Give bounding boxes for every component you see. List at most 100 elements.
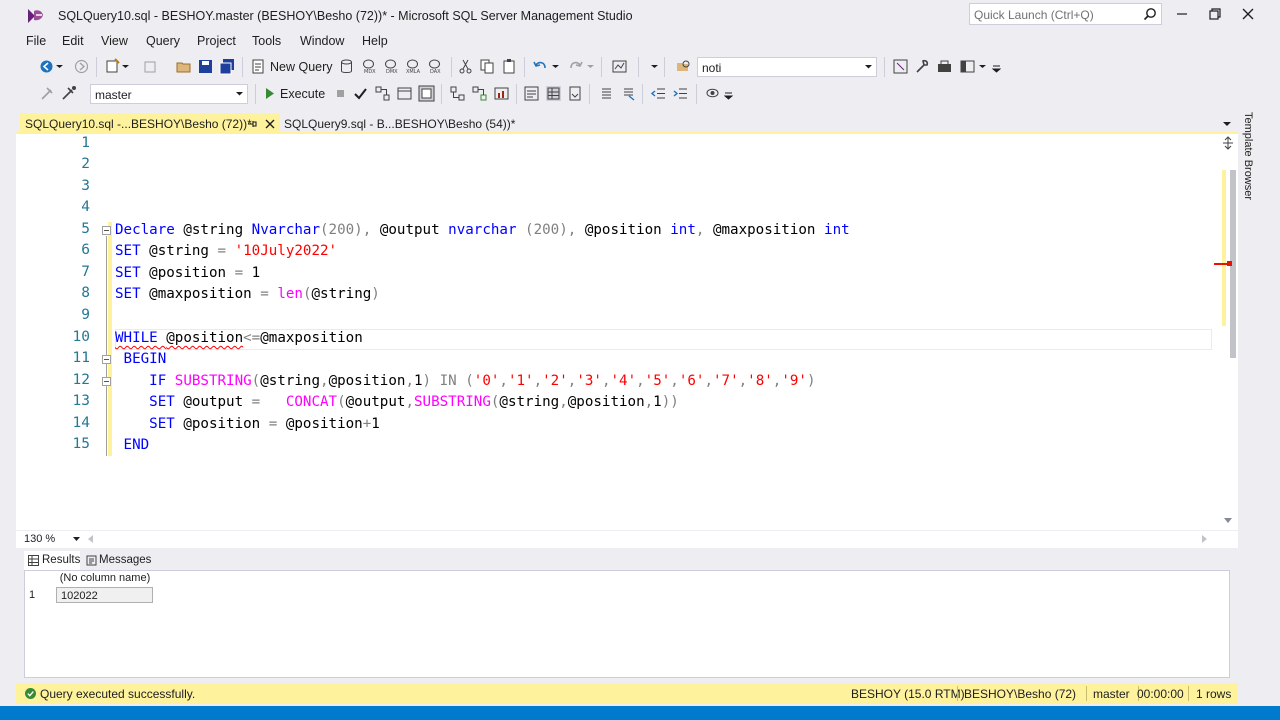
redo-icon[interactable] <box>567 58 584 75</box>
results-to-grid-icon[interactable] <box>545 85 562 102</box>
split-window-icon[interactable] <box>1221 136 1235 150</box>
live-query-stats-icon[interactable] <box>471 85 488 102</box>
scroll-left-icon[interactable] <box>88 535 94 543</box>
chevron-down-icon[interactable] <box>235 89 244 98</box>
toolbar-overflow-icon[interactable] <box>724 85 733 102</box>
save-all-icon[interactable] <box>219 58 236 75</box>
zoom-combo[interactable]: 130 % <box>20 532 84 548</box>
menu-file[interactable]: File <box>26 34 46 48</box>
tab-messages[interactable]: Messages <box>84 551 154 570</box>
execute-play-icon[interactable] <box>261 85 278 102</box>
chevron-down-icon[interactable] <box>121 58 130 75</box>
parse-checkmark-icon[interactable] <box>352 85 369 102</box>
scroll-right-icon[interactable] <box>1202 535 1208 543</box>
menu-tools[interactable]: Tools <box>252 34 281 48</box>
tab-sqlquery10[interactable]: SQLQuery10.sql -...BESHOY\Besho (72))* <box>20 113 280 134</box>
quick-launch-input[interactable]: Quick Launch (Ctrl+Q) <box>969 3 1162 25</box>
query-options-icon[interactable] <box>396 85 413 102</box>
copy-icon[interactable] <box>479 58 496 75</box>
row-number[interactable]: 1 <box>29 589 35 601</box>
available-databases-combo[interactable]: master <box>90 84 248 104</box>
chevron-down-icon[interactable] <box>650 58 659 75</box>
specify-template-values-icon[interactable] <box>704 85 721 102</box>
connect-icon[interactable] <box>38 85 55 102</box>
fold-collapse-icon[interactable] <box>102 377 111 386</box>
actual-plan-icon[interactable] <box>449 85 466 102</box>
results-grid[interactable]: (No column name) 1 102022 <box>24 570 1230 678</box>
code-line-12: IF SUBSTRING(@string,@position,1) IN ('0… <box>115 373 816 389</box>
database-query-icon[interactable] <box>338 58 355 75</box>
find-combo[interactable]: noti <box>697 57 877 77</box>
editor-horizontal-scroll-row: 130 % <box>16 530 1238 548</box>
editor-vertical-scrollbar[interactable] <box>1214 134 1238 530</box>
restore-icon[interactable] <box>1205 4 1225 24</box>
solution-explorer-icon[interactable] <box>892 58 909 75</box>
toolbox-icon[interactable] <box>936 58 953 75</box>
close-tab-icon[interactable] <box>264 118 276 130</box>
tab-results-label: Results <box>42 554 81 566</box>
new-query-button[interactable]: New Query <box>270 60 333 74</box>
new-project-icon[interactable] <box>104 58 121 75</box>
menu-project[interactable]: Project <box>197 34 236 48</box>
fold-collapse-icon[interactable] <box>102 355 111 364</box>
tab-results[interactable]: Results <box>24 551 80 570</box>
xmla-query-icon[interactable]: XMLA <box>404 58 421 75</box>
change-connection-icon[interactable] <box>60 85 77 102</box>
chevron-down-icon[interactable] <box>73 537 80 542</box>
search-icon[interactable] <box>1143 7 1157 21</box>
template-browser-tab[interactable]: Template Browser <box>1240 112 1258 272</box>
menu-bar: File Edit View Query Project Tools Windo… <box>0 32 1280 52</box>
chevron-down-icon[interactable] <box>978 58 987 75</box>
fold-collapse-icon[interactable] <box>102 226 111 235</box>
undo-icon[interactable] <box>532 58 549 75</box>
menu-query[interactable]: Query <box>146 34 180 48</box>
intellisense-icon[interactable] <box>418 85 435 102</box>
open-folder-icon[interactable] <box>175 58 192 75</box>
increase-indent-icon[interactable] <box>672 85 689 102</box>
query-editor[interactable]: 1 2 3 4 5 6 7 8 9 10 11 12 13 14 15 Decl… <box>16 134 1238 530</box>
tab-list-dropdown-icon[interactable] <box>1222 120 1232 128</box>
dmx-query-icon[interactable]: DMX <box>382 58 399 75</box>
chevron-down-icon[interactable] <box>55 58 64 75</box>
menu-view[interactable]: View <box>101 34 128 48</box>
results-to-text-icon[interactable] <box>523 85 540 102</box>
column-header[interactable]: (No column name) <box>57 572 153 587</box>
minimize-icon[interactable] <box>1172 4 1192 24</box>
comment-lines-icon[interactable] <box>598 85 615 102</box>
find-in-files-icon[interactable] <box>675 58 692 75</box>
properties-wrench-icon[interactable] <box>914 58 931 75</box>
new-query-icon[interactable] <box>250 58 267 75</box>
window-layout-icon[interactable] <box>959 58 976 75</box>
pin-icon[interactable] <box>246 118 258 130</box>
status-server: BESHOY (15.0 RTM) <box>851 687 965 701</box>
toolbar-overflow-icon[interactable] <box>992 58 1001 75</box>
svg-text:MDX: MDX <box>364 69 376 75</box>
activity-monitor-icon[interactable] <box>611 58 628 75</box>
add-item-icon[interactable] <box>142 58 159 75</box>
forward-icon[interactable] <box>73 58 90 75</box>
close-icon[interactable] <box>1238 4 1258 24</box>
scroll-down-icon[interactable] <box>1224 518 1232 524</box>
result-cell[interactable]: 102022 <box>56 587 153 603</box>
tab-sqlquery9[interactable]: SQLQuery9.sql - B...BESHOY\Besho (54))* <box>280 113 540 134</box>
chevron-down-icon[interactable] <box>586 58 595 75</box>
display-estimated-plan-icon[interactable] <box>374 85 391 102</box>
menu-help[interactable]: Help <box>362 34 388 48</box>
execute-button[interactable]: Execute <box>280 87 325 101</box>
menu-window[interactable]: Window <box>300 34 344 48</box>
chevron-down-icon[interactable] <box>864 62 873 71</box>
mdx-query-icon[interactable]: MDX <box>360 58 377 75</box>
decrease-indent-icon[interactable] <box>650 85 667 102</box>
line-number: 9 <box>81 307 90 323</box>
client-statistics-icon[interactable] <box>493 85 510 102</box>
chevron-down-icon[interactable] <box>551 58 560 75</box>
cut-icon[interactable] <box>457 58 474 75</box>
uncomment-lines-icon[interactable] <box>620 85 637 102</box>
menu-edit[interactable]: Edit <box>62 34 84 48</box>
back-icon[interactable] <box>38 58 55 75</box>
cancel-query-icon[interactable] <box>332 85 349 102</box>
dax-query-icon[interactable]: DAX <box>426 58 443 75</box>
save-icon[interactable] <box>197 58 214 75</box>
paste-icon[interactable] <box>501 58 518 75</box>
results-to-file-icon[interactable] <box>567 85 584 102</box>
